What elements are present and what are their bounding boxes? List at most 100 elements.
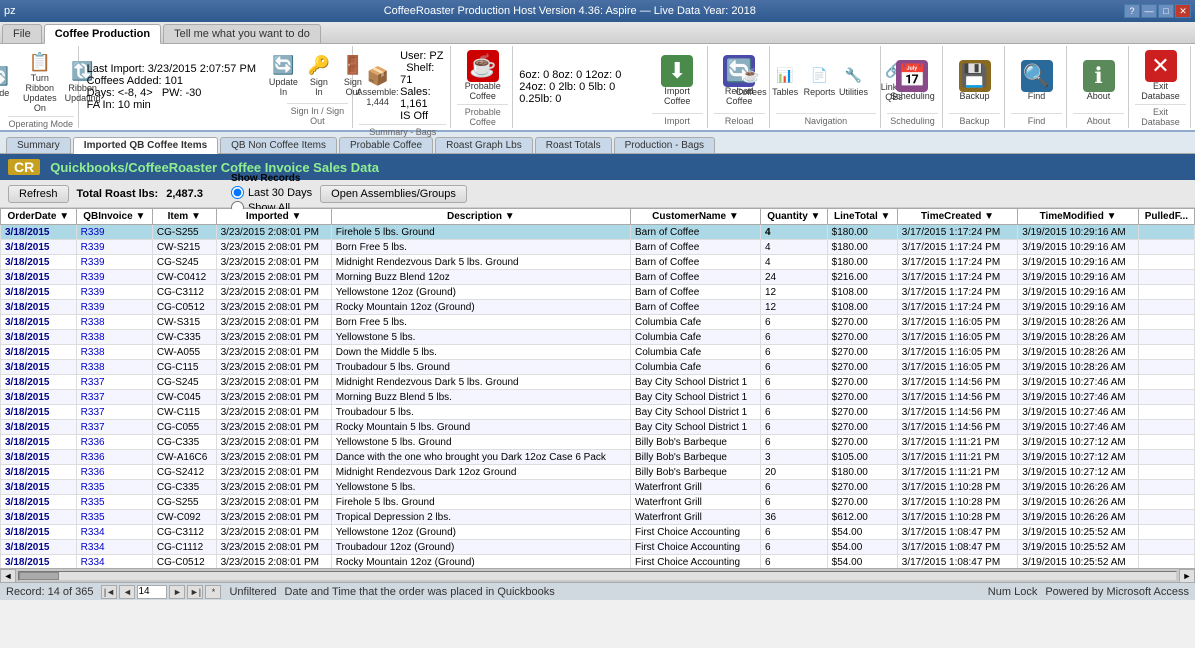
utilities-nav-btn[interactable]: 🔧 Utilities (838, 62, 870, 100)
col-linetotal[interactable]: LineTotal ▼ (827, 209, 897, 225)
table-row[interactable]: 3/18/2015R335CG-C3353/23/2015 2:08:01 PM… (1, 480, 1195, 495)
table-row[interactable]: 3/18/2015R339CG-C31123/23/2015 2:08:01 P… (1, 285, 1195, 300)
close-btn[interactable]: ✕ (1175, 4, 1191, 18)
col-imported[interactable]: Imported ▼ (216, 209, 331, 225)
tab-coffee-production[interactable]: Coffee Production (44, 24, 161, 44)
table-cell: 3/18/2015 (1, 270, 77, 285)
nav-first-btn[interactable]: |◄ (101, 585, 117, 599)
col-qbinvoice[interactable]: QBInvoice ▼ (76, 209, 152, 225)
table-row[interactable]: 3/18/2015R334CG-C05123/23/2015 2:08:01 P… (1, 555, 1195, 569)
table-row[interactable]: 3/18/2015R338CG-C1153/23/2015 2:08:01 PM… (1, 360, 1195, 375)
table-row[interactable]: 3/18/2015R339CG-S2553/23/2015 2:08:01 PM… (1, 225, 1195, 240)
table-row[interactable]: 3/18/2015R337CW-C1153/23/2015 2:08:01 PM… (1, 405, 1195, 420)
tab-tell-me[interactable]: Tell me what you want to do (163, 24, 321, 43)
tables-nav-label: Tables (772, 88, 798, 98)
titlebar-left: pz (4, 5, 16, 17)
table-cell: 3/17/2015 1:17:24 PM (897, 270, 1018, 285)
about-btn[interactable]: ℹ About (1080, 58, 1118, 104)
table-cell: Troubadour 5 lbs. (331, 405, 630, 420)
col-orderdate[interactable]: OrderDate ▼ (1, 209, 77, 225)
col-pulledf[interactable]: PulledF... (1138, 209, 1194, 225)
nav-tab-bar: Summary Imported QB Coffee Items QB Non … (0, 132, 1195, 154)
hscroll-right-btn[interactable]: ► (1179, 569, 1195, 583)
table-cell: 3/18/2015 (1, 315, 77, 330)
maximize-btn[interactable]: □ (1158, 4, 1174, 18)
nav-new-btn[interactable]: * (205, 585, 221, 599)
ribbon: 🔄 Mode 📋 Turn Ribbon Updates On 🔃 Ribbon… (0, 44, 1195, 132)
table-cell (1138, 300, 1194, 315)
table-cell: 3/17/2015 1:14:56 PM (897, 405, 1018, 420)
col-quantity[interactable]: Quantity ▼ (760, 209, 827, 225)
backup-btn[interactable]: 💾 Backup (956, 58, 994, 104)
table-cell: Midnight Rendezvous Dark 5 lbs. Ground (331, 255, 630, 270)
table-cell: 6 (760, 435, 827, 450)
probable-coffee-btn[interactable]: ☕ Probable Coffee (457, 48, 508, 104)
minimize-btn[interactable]: — (1141, 4, 1157, 18)
table-row[interactable]: 3/18/2015R336CG-S24123/23/2015 2:08:01 P… (1, 465, 1195, 480)
help-btn[interactable]: ? (1124, 4, 1140, 18)
exit-btn[interactable]: ✕ Exit Database (1135, 48, 1186, 104)
tab-imported-qb[interactable]: Imported QB Coffee Items (73, 137, 218, 154)
hscroll-left-btn[interactable]: ◄ (0, 569, 16, 583)
nav-next-btn[interactable]: ► (169, 585, 185, 599)
tab-qb-non-coffee[interactable]: QB Non Coffee Items (220, 137, 337, 153)
tab-summary[interactable]: Summary (6, 137, 71, 153)
update-btn[interactable]: 🔄 Update In (266, 52, 301, 100)
find-btn[interactable]: 🔍 Find (1018, 58, 1056, 104)
last-30-radio[interactable] (231, 186, 244, 199)
table-row[interactable]: 3/18/2015R339CW-S2153/23/2015 2:08:01 PM… (1, 240, 1195, 255)
mode-btn[interactable]: 🔄 Mode (0, 63, 14, 101)
table-row[interactable]: 3/18/2015R338CW-S3153/23/2015 2:08:01 PM… (1, 315, 1195, 330)
tables-nav-btn[interactable]: 📊 Tables (769, 62, 801, 100)
col-timecreated[interactable]: TimeCreated ▼ (897, 209, 1018, 225)
table-row[interactable]: 3/18/2015R337CG-S2453/23/2015 2:08:01 PM… (1, 375, 1195, 390)
table-row[interactable]: 3/18/2015R339CW-C04123/23/2015 2:08:01 P… (1, 270, 1195, 285)
tab-probable-coffee[interactable]: Probable Coffee (339, 137, 433, 153)
table-cell: Rocky Mountain 5 lbs. Ground (331, 420, 630, 435)
h-scrollbar[interactable]: ◄ ► (0, 568, 1195, 582)
table-header-row: OrderDate ▼ QBInvoice ▼ Item ▼ Imported … (1, 209, 1195, 225)
about-icon: ℹ (1083, 60, 1115, 92)
nav-prev-btn[interactable]: ◄ (119, 585, 135, 599)
table-row[interactable]: 3/18/2015R339CG-S2453/23/2015 2:08:01 PM… (1, 255, 1195, 270)
table-row[interactable]: 3/18/2015R335CG-S2553/23/2015 2:08:01 PM… (1, 495, 1195, 510)
refresh-button[interactable]: Refresh (8, 185, 69, 203)
table-row[interactable]: 3/18/2015R337CW-C0453/23/2015 2:08:01 PM… (1, 390, 1195, 405)
coffees-nav-btn[interactable]: ☕ Coffees (735, 62, 767, 100)
table-container[interactable]: OrderDate ▼ QBInvoice ▼ Item ▼ Imported … (0, 208, 1195, 568)
scheduling-btn[interactable]: 📅 Scheduling (887, 58, 938, 104)
col-customername[interactable]: CustomerName ▼ (630, 209, 760, 225)
turn-ribbon-btn[interactable]: 📋 Turn Ribbon Updates On (16, 48, 64, 116)
record-number-input[interactable] (137, 585, 167, 599)
table-row[interactable]: 3/18/2015R336CW-A16C63/23/2015 2:08:01 P… (1, 450, 1195, 465)
table-row[interactable]: 3/18/2015R334CG-C11123/23/2015 2:08:01 P… (1, 540, 1195, 555)
table-cell: CG-S245 (152, 375, 216, 390)
import-btn[interactable]: ⬇ Import Coffee (652, 53, 703, 109)
col-item[interactable]: Item ▼ (152, 209, 216, 225)
table-cell: 6 (760, 495, 827, 510)
table-row[interactable]: 3/18/2015R335CW-C0923/23/2015 2:08:01 PM… (1, 510, 1195, 525)
reports-nav-btn[interactable]: 📄 Reports (803, 62, 835, 100)
table-row[interactable]: 3/18/2015R338CW-A0553/23/2015 2:08:01 PM… (1, 345, 1195, 360)
table-cell: 3/19/2015 10:27:12 AM (1018, 450, 1139, 465)
hscroll-track[interactable] (18, 571, 1177, 581)
table-row[interactable]: 3/18/2015R338CW-C3353/23/2015 2:08:01 PM… (1, 330, 1195, 345)
signin-btn[interactable]: 🔑 Sign In (303, 52, 335, 100)
table-cell: R334 (76, 525, 152, 540)
table-row[interactable]: 3/18/2015R339CG-C05123/23/2015 2:08:01 P… (1, 300, 1195, 315)
nav-last-btn[interactable]: ►| (187, 585, 203, 599)
window-controls[interactable]: ? — □ ✕ (1124, 4, 1191, 18)
table-body: 3/18/2015R339CG-S2553/23/2015 2:08:01 PM… (1, 225, 1195, 569)
col-description[interactable]: Description ▼ (331, 209, 630, 225)
assemblies-button[interactable]: Open Assemblies/Groups (320, 185, 467, 203)
assemble-btn[interactable]: 📦 Assemble: 1,444 (359, 62, 396, 110)
table-row[interactable]: 3/18/2015R334CG-C31123/23/2015 2:08:01 P… (1, 525, 1195, 540)
tab-roast-totals[interactable]: Roast Totals (535, 137, 612, 153)
tab-file[interactable]: File (2, 24, 42, 43)
table-row[interactable]: 3/18/2015R336CG-C3353/23/2015 2:08:01 PM… (1, 435, 1195, 450)
hscroll-thumb[interactable] (19, 572, 59, 580)
tab-roast-graph[interactable]: Roast Graph Lbs (435, 137, 533, 153)
table-row[interactable]: 3/18/2015R337CG-C0553/23/2015 2:08:01 PM… (1, 420, 1195, 435)
col-timemodified[interactable]: TimeModified ▼ (1018, 209, 1139, 225)
tab-production-bags[interactable]: Production - Bags (614, 137, 716, 153)
